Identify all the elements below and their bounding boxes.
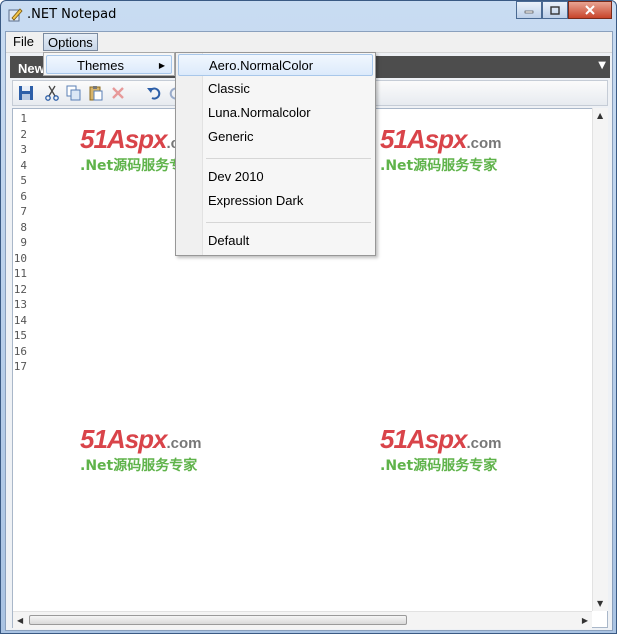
options-dropdown-menu: Themes ▶ bbox=[43, 52, 175, 76]
line-number: 10 bbox=[13, 251, 27, 265]
watermark-logo-main: 51Aspx bbox=[80, 424, 167, 454]
watermark-logo-text: 51Aspx.com bbox=[380, 424, 502, 455]
line-number: 7 bbox=[20, 205, 27, 218]
scroll-down-icon[interactable]: ▼ bbox=[597, 599, 603, 608]
close-icon bbox=[585, 5, 595, 15]
line-number: 15 bbox=[13, 329, 27, 342]
theme-item-generic[interactable]: Generic bbox=[178, 126, 373, 148]
scroll-left-icon[interactable]: ◀ bbox=[17, 616, 23, 625]
line-number: 14 bbox=[13, 313, 27, 327]
window-title: .NET Notepad bbox=[27, 7, 117, 22]
delete-button[interactable] bbox=[109, 84, 127, 102]
minimize-icon bbox=[524, 10, 534, 14]
copy-button[interactable] bbox=[65, 84, 83, 102]
watermark-logo-domain: .com bbox=[166, 435, 202, 452]
submenu-arrow-icon: ▶ bbox=[158, 61, 165, 70]
vertical-scrollbar[interactable]: ▲ ▼ bbox=[592, 108, 608, 611]
cut-button[interactable] bbox=[43, 84, 61, 102]
watermark-logo-text: 51Aspx.com bbox=[380, 124, 502, 155]
notepad-app-icon bbox=[8, 8, 23, 22]
menu-options[interactable]: Options bbox=[43, 33, 98, 51]
theme-item-classic[interactable]: Classic bbox=[178, 78, 373, 100]
watermark-logo: 51Aspx.com .Net源码服务专家 bbox=[80, 424, 230, 478]
watermark-logo: 51Aspx.com .Net源码服务专家 bbox=[380, 124, 530, 178]
watermark-logo-text: 51Aspx.com bbox=[80, 424, 202, 455]
menu-item-themes-label: Themes bbox=[77, 58, 124, 73]
maximize-button[interactable] bbox=[542, 1, 568, 19]
line-number: 12 bbox=[13, 282, 27, 296]
menu-separator bbox=[206, 222, 371, 223]
undo-button[interactable] bbox=[145, 84, 163, 102]
maximize-icon bbox=[550, 5, 560, 15]
undo-icon bbox=[147, 87, 161, 100]
paste-button[interactable] bbox=[87, 84, 105, 102]
line-number: 11 bbox=[13, 267, 27, 280]
minimize-button[interactable] bbox=[516, 1, 542, 19]
watermark-logo: 51Aspx.com .Net源码服务专家 bbox=[380, 424, 530, 478]
watermark-logo-main: 51Aspx bbox=[380, 124, 467, 154]
cut-icon bbox=[45, 85, 59, 101]
line-number: 5 bbox=[20, 174, 27, 187]
theme-item-aero-normalcolor[interactable]: Aero.NormalColor bbox=[178, 54, 373, 76]
theme-item-expression-dark[interactable]: Expression Dark bbox=[178, 190, 373, 212]
theme-item-luna-normalcolor[interactable]: Luna.Normalcolor bbox=[178, 102, 373, 124]
themes-submenu: Aero.NormalColor Classic Luna.Normalcolo… bbox=[175, 52, 376, 256]
line-number: 1 bbox=[20, 112, 27, 125]
copy-icon bbox=[66, 85, 81, 101]
line-number: 3 bbox=[20, 143, 27, 156]
line-number: 6 bbox=[20, 189, 27, 203]
menu-bar: File Options bbox=[6, 32, 612, 53]
line-number: 2 bbox=[20, 127, 27, 141]
tab-list-dropdown-icon[interactable]: ▼ bbox=[598, 60, 606, 71]
save-icon bbox=[19, 86, 33, 100]
line-number: 17 bbox=[13, 360, 27, 373]
line-number: 4 bbox=[20, 158, 27, 172]
watermark-logo-domain: .com bbox=[466, 135, 502, 152]
save-button[interactable] bbox=[17, 84, 35, 102]
line-number: 9 bbox=[20, 236, 27, 249]
menu-file[interactable]: File bbox=[9, 33, 38, 51]
close-button[interactable] bbox=[568, 1, 612, 19]
menu-separator bbox=[206, 158, 371, 159]
watermark-tagline: .Net源码服务专家 bbox=[80, 458, 198, 474]
line-number: 16 bbox=[13, 344, 27, 358]
horizontal-scroll-thumb[interactable] bbox=[29, 615, 407, 625]
theme-item-dev-2010[interactable]: Dev 2010 bbox=[178, 166, 373, 188]
watermark-logo-main: 51Aspx bbox=[380, 424, 467, 454]
theme-item-default[interactable]: Default bbox=[178, 230, 373, 252]
paste-icon bbox=[89, 86, 103, 101]
title-bar[interactable]: .NET Notepad bbox=[1, 1, 616, 29]
line-number: 8 bbox=[20, 220, 27, 234]
watermark-tagline: .Net源码服务专家 bbox=[380, 158, 498, 174]
line-number-gutter: 1 2 3 4 5 6 7 8 9 10 11 12 13 14 15 16 1… bbox=[13, 109, 31, 609]
watermark-tagline: .Net源码服务专家 bbox=[380, 458, 498, 474]
menu-item-themes[interactable]: Themes ▶ bbox=[46, 55, 172, 74]
line-number: 13 bbox=[13, 298, 27, 311]
delete-icon bbox=[112, 87, 124, 99]
watermark-logo-main: 51Aspx bbox=[80, 124, 167, 154]
scroll-up-icon[interactable]: ▲ bbox=[597, 111, 603, 120]
horizontal-scrollbar[interactable]: ◀ ▶ bbox=[13, 611, 592, 629]
scroll-right-icon[interactable]: ▶ bbox=[582, 616, 588, 625]
watermark-logo-domain: .com bbox=[466, 435, 502, 452]
